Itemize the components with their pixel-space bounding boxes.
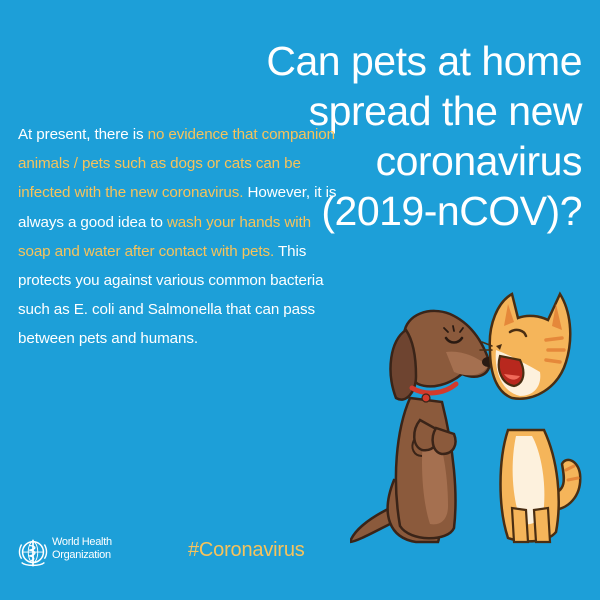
cat-illustration	[479, 291, 582, 544]
who-org-line-2: Organization	[52, 549, 111, 561]
body-text: At present, there is no evidence that co…	[18, 120, 338, 354]
hashtag: #Coronavirus	[188, 539, 305, 561]
infographic-card: Can pets at home spread the new coronavi…	[0, 0, 600, 600]
who-org-name: World Health Organization	[52, 536, 112, 562]
who-emblem-icon	[18, 539, 48, 567]
dog-illustration	[350, 309, 494, 544]
body-segment-1: At present, there is	[18, 126, 148, 143]
who-org-line-1: World Health	[52, 536, 112, 548]
pets-illustration	[350, 291, 582, 544]
headline-line-1: Can pets at home	[266, 38, 582, 84]
